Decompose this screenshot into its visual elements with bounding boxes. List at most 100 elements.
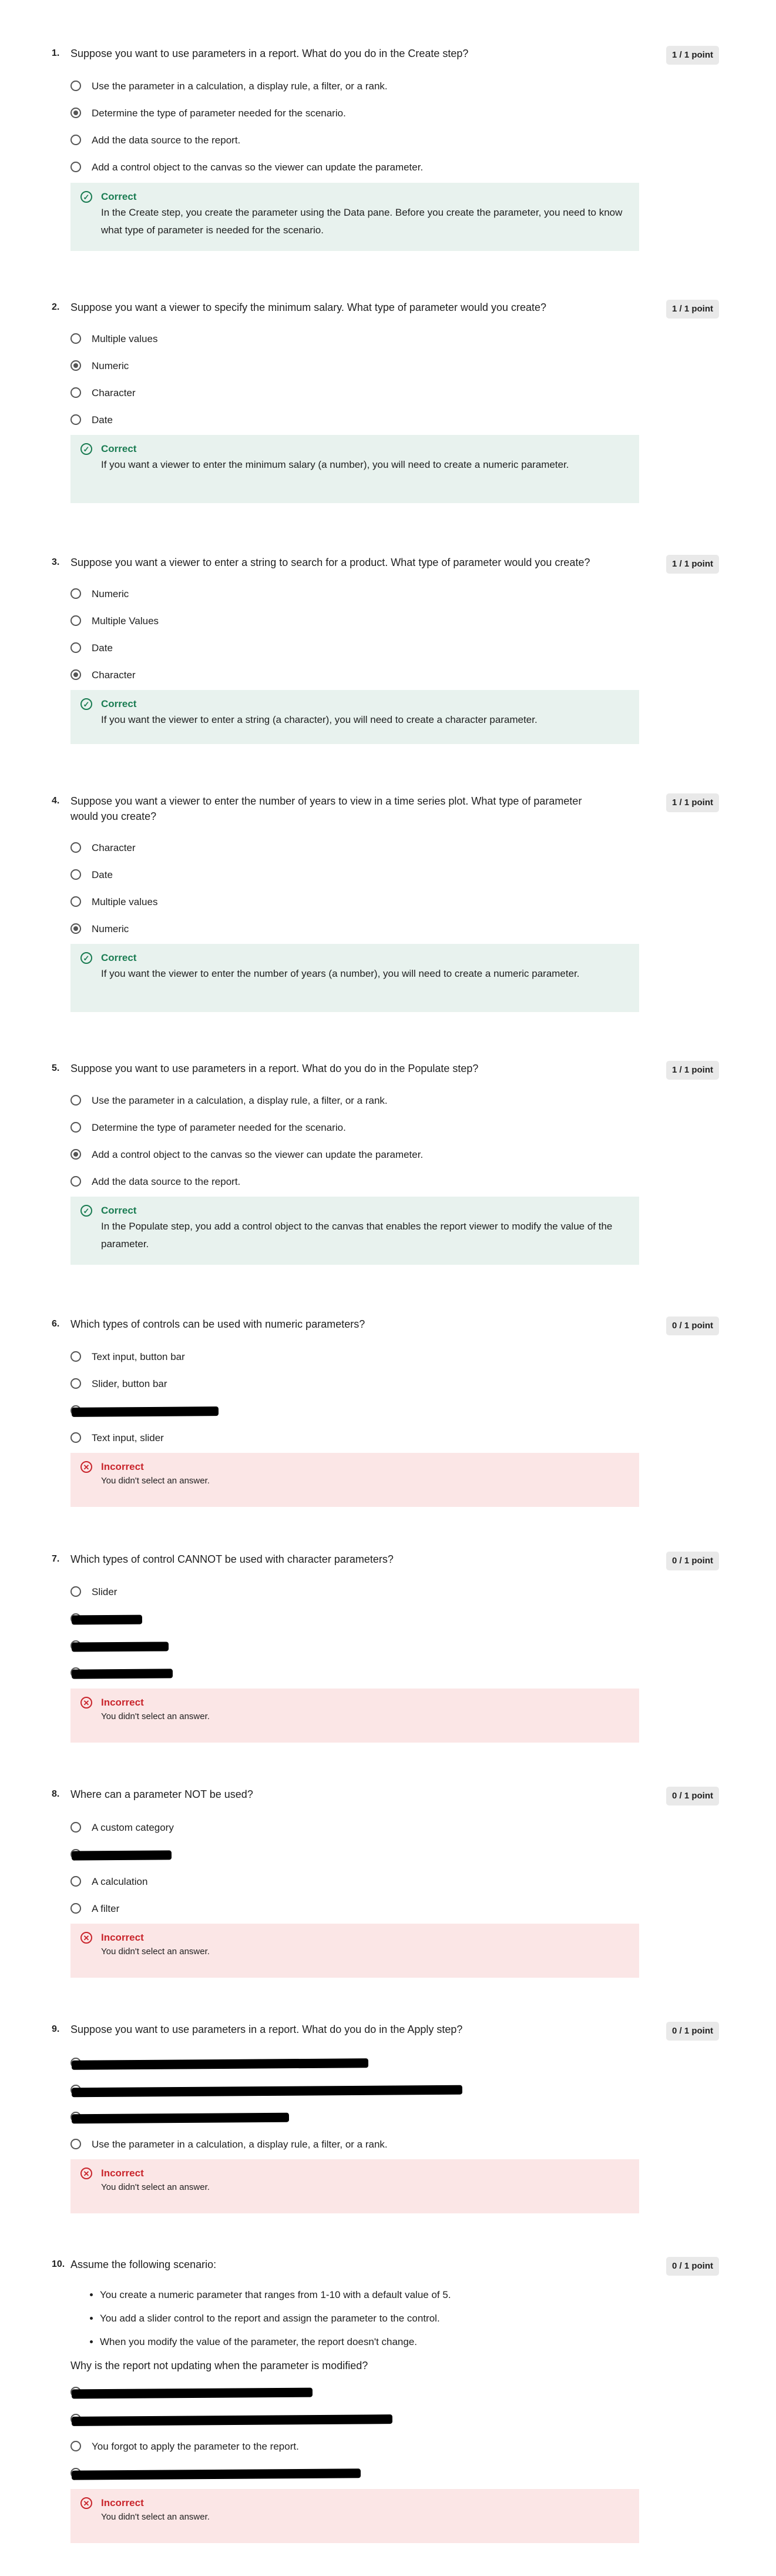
radio-unchecked-icon[interactable]: [70, 1378, 81, 1389]
answer-option[interactable]: [70, 2386, 658, 2413]
answer-option[interactable]: [70, 1640, 658, 1667]
question-text: Where can a parameter NOT be used?: [70, 1788, 253, 1800]
question-number: 1.: [52, 48, 60, 58]
feedback-box-incorrect: ✕ Incorrect You didn't select an answer.: [70, 1453, 639, 1507]
answer-options: Slider: [70, 1586, 658, 1694]
answer-option[interactable]: [70, 1613, 658, 1640]
radio-unchecked-icon[interactable]: [70, 1351, 81, 1362]
feedback-text: You didn't select an answer.: [101, 1476, 210, 1486]
score-badge: 0 / 1 point: [666, 1552, 720, 1570]
radio-unchecked-icon[interactable]: [70, 1903, 81, 1914]
answer-option[interactable]: Date: [70, 869, 658, 896]
radio-checked-icon[interactable]: [70, 360, 81, 371]
answer-option[interactable]: Multiple Values: [70, 615, 658, 642]
radio-unchecked-icon[interactable]: [70, 1432, 81, 1443]
feedback-box-correct: ✓ Correct If you want a viewer to enter th…: [70, 435, 639, 503]
answer-label: Slider, button bar: [92, 1378, 167, 1389]
answer-option[interactable]: Determine the type of parameter needed f…: [70, 107, 658, 134]
answer-option[interactable]: Use the parameter in a calculation, a di…: [70, 1094, 658, 1121]
feedback-text: In the Populate step, you add a control …: [101, 1221, 613, 1250]
radio-unchecked-icon[interactable]: [70, 1586, 81, 1597]
answer-option[interactable]: Text input, button bar: [70, 1351, 658, 1378]
radio-unchecked-icon[interactable]: [70, 869, 81, 880]
radio-unchecked-icon[interactable]: [70, 333, 81, 344]
radio-unchecked-icon[interactable]: [70, 1822, 81, 1833]
question-number: 4.: [52, 796, 60, 806]
radio-unchecked-icon[interactable]: [70, 1122, 81, 1133]
answer-option[interactable]: [70, 2111, 658, 2138]
answer-option[interactable]: [70, 2057, 658, 2084]
question-text: Which types of controls can be used with…: [70, 1318, 365, 1330]
radio-checked-icon[interactable]: [70, 1149, 81, 1160]
question-text: Suppose you want a viewer to enter the n…: [70, 795, 582, 822]
radio-unchecked-icon[interactable]: [70, 414, 81, 425]
answer-option[interactable]: A calculation: [70, 1875, 658, 1902]
radio-unchecked-icon[interactable]: [70, 588, 81, 599]
answer-option[interactable]: [70, 1848, 658, 1875]
answer-label: Use the parameter in a calculation, a di…: [92, 2139, 388, 2150]
answer-option[interactable]: Character: [70, 387, 658, 414]
answer-option[interactable]: Multiple values: [70, 333, 658, 360]
answer-label: Use the parameter in a calculation, a di…: [92, 1095, 388, 1106]
question-subtext: Why is the report not updating when the …: [70, 2360, 368, 2371]
answer-option[interactable]: You forgot to apply the parameter to the…: [70, 2440, 658, 2467]
radio-checked-icon[interactable]: [70, 108, 81, 118]
answer-label: Date: [92, 642, 113, 654]
radio-unchecked-icon[interactable]: [70, 2139, 81, 2149]
radio-unchecked-icon[interactable]: [70, 642, 81, 653]
radio-checked-icon[interactable]: [70, 923, 81, 934]
radio-unchecked-icon[interactable]: [70, 162, 81, 172]
answer-option[interactable]: Date: [70, 642, 658, 669]
feedback-text: You didn't select an answer.: [101, 2512, 210, 2522]
answer-option[interactable]: Use the parameter in a calculation, a di…: [70, 80, 658, 107]
radio-checked-icon[interactable]: [70, 669, 81, 680]
feedback-text: If you want the viewer to enter the numb…: [101, 968, 580, 979]
radio-unchecked-icon[interactable]: [70, 896, 81, 907]
radio-unchecked-icon[interactable]: [70, 1176, 81, 1187]
radio-unchecked-icon[interactable]: [70, 1876, 81, 1887]
scenario-item: You add a slider control to the report a…: [100, 2311, 664, 2334]
feedback-box-correct: ✓ Correct If you want the viewer to enter …: [70, 944, 639, 1012]
answer-label: Slider: [92, 1586, 117, 1597]
radio-unchecked-icon[interactable]: [70, 387, 81, 398]
x-circle-icon: ✕: [80, 2497, 92, 2509]
scenario-list: You create a numeric parameter that rang…: [70, 2287, 664, 2358]
radio-unchecked-icon[interactable]: [70, 135, 81, 145]
feedback-text: You didn't select an answer.: [101, 2182, 210, 2192]
radio-unchecked-icon[interactable]: [70, 615, 81, 626]
feedback-title: Incorrect: [101, 1932, 144, 1943]
answer-option[interactable]: Character: [70, 842, 658, 869]
score-badge: 1 / 1 point: [666, 300, 720, 319]
radio-unchecked-icon[interactable]: [70, 2441, 81, 2451]
answer-option[interactable]: Numeric: [70, 360, 658, 387]
answer-label: Add the data source to the report.: [92, 135, 241, 146]
x-circle-icon: ✕: [80, 1932, 92, 1944]
radio-unchecked-icon[interactable]: [70, 81, 81, 91]
answer-option[interactable]: [70, 2084, 658, 2111]
radio-unchecked-icon[interactable]: [70, 842, 81, 853]
feedback-title: Incorrect: [101, 2497, 144, 2508]
answer-option[interactable]: Numeric: [70, 588, 658, 615]
radio-unchecked-icon[interactable]: [70, 1095, 81, 1106]
answer-label: A calculation: [92, 1876, 148, 1887]
answer-option[interactable]: Add the data source to the report.: [70, 134, 658, 161]
feedback-text: You didn't select an answer.: [101, 1947, 210, 1957]
score-badge: 0 / 1 point: [666, 1787, 720, 1805]
answer-option[interactable]: [70, 2413, 658, 2440]
answer-option[interactable]: Slider: [70, 1586, 658, 1613]
answer-option[interactable]: Determine the type of parameter needed f…: [70, 1121, 658, 1148]
question-text: Suppose you want a viewer to enter a str…: [70, 557, 590, 568]
feedback-text: If you want a viewer to enter the minimu…: [101, 459, 569, 470]
answer-option[interactable]: A custom category: [70, 1821, 658, 1848]
check-circle-icon: ✓: [80, 952, 92, 964]
answer-option[interactable]: Multiple values: [70, 896, 658, 923]
redaction-mark: [71, 2058, 369, 2070]
redaction-mark: [71, 2085, 463, 2098]
redaction-mark: [71, 2468, 361, 2480]
score-badge: 1 / 1 point: [666, 46, 720, 65]
answer-option[interactable]: [70, 1405, 658, 1432]
answer-option[interactable]: Add a control object to the canvas so th…: [70, 1148, 658, 1175]
answer-options: Character Date Multiple values Numeric: [70, 842, 658, 950]
answer-options: Multiple values Numeric Character Date: [70, 333, 658, 441]
answer-option[interactable]: Slider, button bar: [70, 1378, 658, 1405]
